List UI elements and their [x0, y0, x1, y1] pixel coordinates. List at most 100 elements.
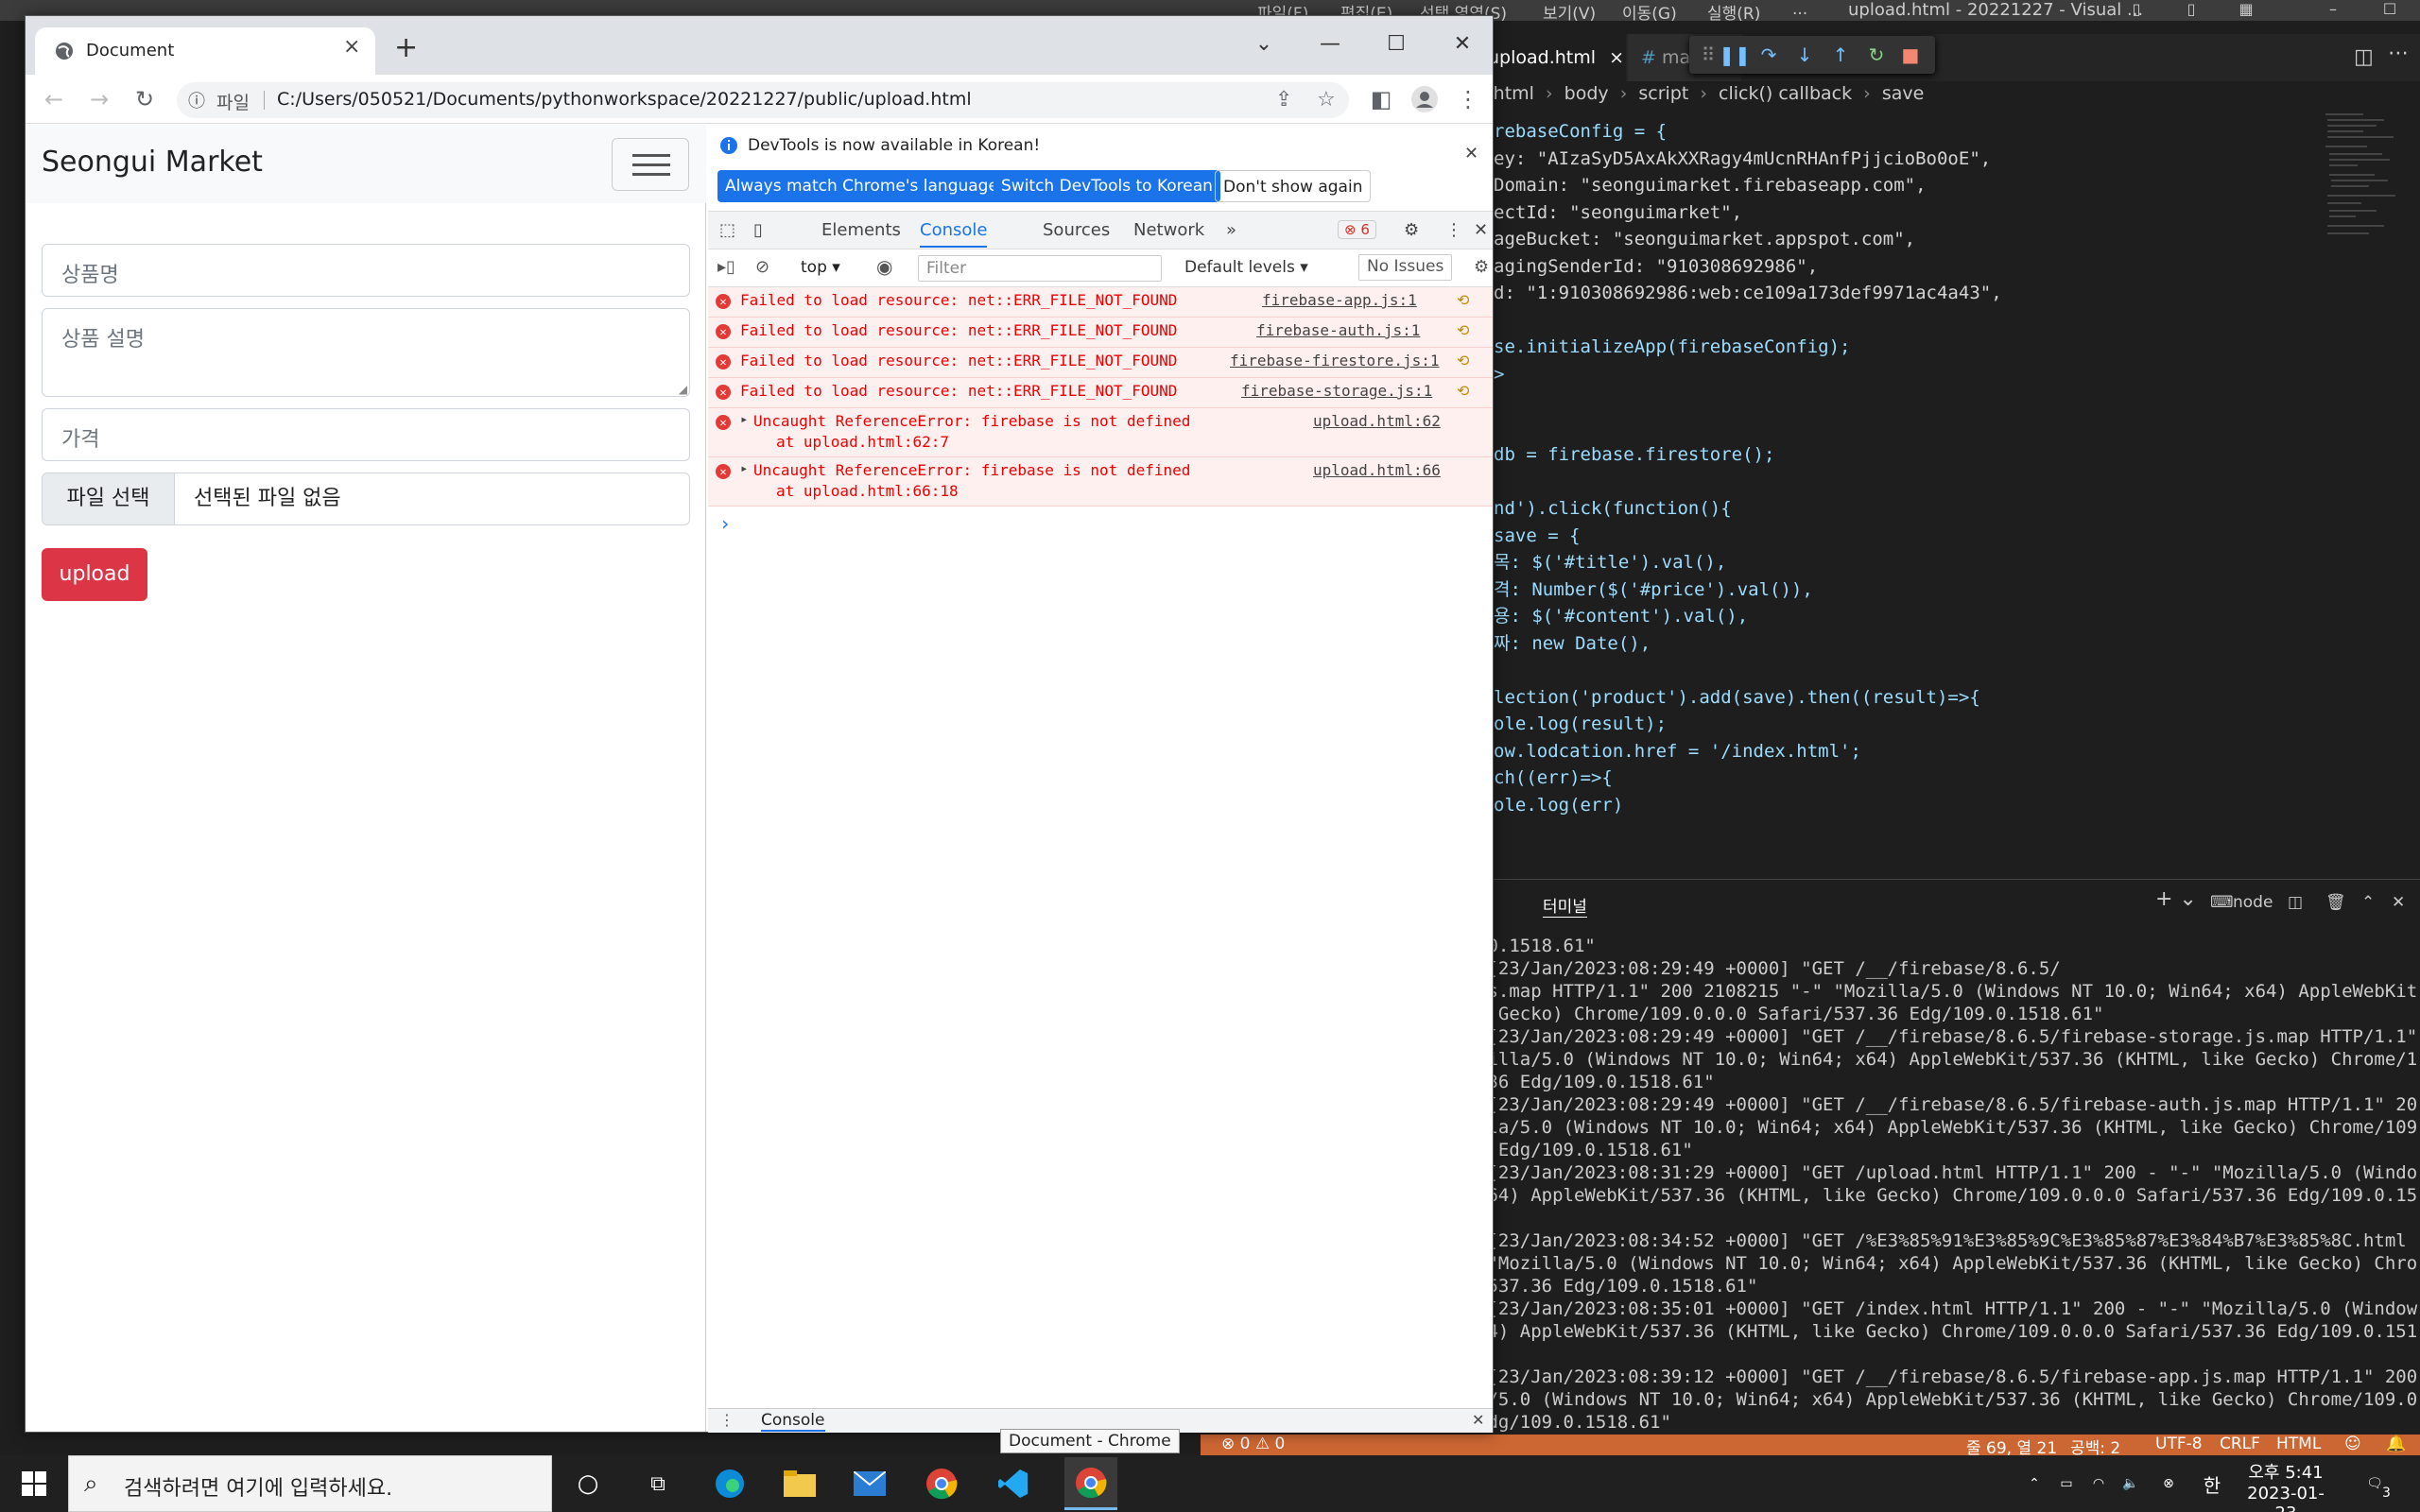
chrome-menu-icon[interactable]: ⋮ — [1453, 84, 1483, 114]
drawer-close-icon[interactable]: ✕ — [1472, 1411, 1484, 1429]
step-over-icon[interactable]: ↷ — [1757, 43, 1780, 66]
address-bar[interactable]: ⓘ 파일 C:/Users/050521/Documents/pythonwor… — [177, 82, 1349, 118]
url-text[interactable]: C:/Users/050521/Documents/pythonworkspac… — [277, 89, 972, 110]
file-choose-button[interactable]: 파일 선택 — [43, 473, 175, 524]
clear-console-icon[interactable]: ⊘ — [755, 257, 769, 277]
console-prompt[interactable]: › — [719, 512, 731, 535]
volume-icon[interactable]: 🔈 — [2112, 1467, 2150, 1501]
layout-customize-icon[interactable]: ▦ — [2220, 0, 2273, 21]
stack-frame[interactable]: at upload.html:66:18 — [776, 482, 959, 500]
new-terminal-icon[interactable]: + ⌄ — [2155, 887, 2197, 911]
status-language[interactable]: HTML — [2276, 1435, 2321, 1453]
navbar-toggler-button[interactable] — [612, 138, 689, 191]
tab-close-icon[interactable]: × — [343, 35, 360, 59]
cortana-icon[interactable]: ○ — [569, 1467, 607, 1501]
settings-gear-icon[interactable]: ⚙ — [1404, 220, 1419, 240]
breadcrumb-save[interactable]: save — [1882, 83, 1924, 104]
taskbar-search-box[interactable]: ⌕ 검색하려면 여기에 입력하세요. — [68, 1455, 552, 1512]
console-error-row[interactable]: ✕ Uncaught ReferenceError: firebase is no… — [708, 457, 1493, 507]
edge-icon[interactable] — [711, 1467, 749, 1501]
issues-button[interactable]: No Issues — [1358, 254, 1453, 281]
minimap[interactable] — [2324, 112, 2416, 301]
network-retry-icon[interactable]: ⟲ — [1457, 382, 1469, 400]
device-toolbar-icon[interactable]: ▯ — [753, 220, 763, 240]
close-panel-icon[interactable]: ✕ — [2392, 893, 2405, 912]
infobar-close-icon[interactable]: ✕ — [1464, 144, 1478, 163]
pause-icon[interactable]: ❚❚ — [1719, 43, 1751, 66]
status-problems[interactable]: ⊗ 0 ⚠ 0 — [1221, 1435, 1285, 1453]
back-icon[interactable]: ← — [39, 84, 69, 114]
maximize-icon[interactable]: ☐ — [1368, 26, 1425, 63]
breadcrumb-html[interactable]: html — [1494, 83, 1534, 104]
taskbar-clock[interactable]: 오후 5:41 2023-01-23 — [2240, 1459, 2331, 1512]
vscode-icon[interactable] — [994, 1467, 1032, 1501]
split-editor-icon[interactable]: ◫ — [2354, 45, 2374, 69]
breadcrumb-callback[interactable]: click() callback — [1719, 83, 1852, 104]
devtools-close-icon[interactable]: ✕ — [1474, 220, 1488, 240]
file-explorer-icon[interactable] — [781, 1467, 819, 1501]
console-settings-icon[interactable]: ⚙ — [1474, 257, 1489, 277]
vscode-maximize-icon[interactable]: ☐ — [2363, 0, 2416, 21]
brand-title[interactable]: Seongui Market — [42, 146, 263, 179]
stop-icon[interactable]: ■ — [1899, 43, 1922, 66]
feedback-icon[interactable]: ☺ — [2344, 1435, 2361, 1453]
breadcrumb-script[interactable]: script — [1638, 83, 1688, 104]
network-retry-icon[interactable]: ⟲ — [1457, 321, 1469, 339]
step-into-icon[interactable]: ↓ — [1793, 43, 1816, 66]
close-window-icon[interactable]: ✕ — [1434, 26, 1491, 63]
status-eol[interactable]: CRLF — [2220, 1435, 2260, 1453]
menu-more[interactable]: ... — [1792, 0, 1807, 19]
console-error-row[interactable]: ✕ Failed to load resource: net::ERR_FILE_… — [708, 318, 1493, 348]
always-match-language-button[interactable]: Always match Chrome's language — [717, 170, 1006, 202]
console-source-link[interactable]: upload.html:66 — [1313, 461, 1441, 479]
tab-elements[interactable]: Elements — [821, 220, 901, 240]
step-out-icon[interactable]: ↑ — [1829, 43, 1852, 66]
price-input[interactable]: 가격 — [42, 408, 690, 461]
drawer-tab-console[interactable]: Console — [761, 1411, 825, 1432]
vpn-off-icon[interactable]: ⊗ — [2150, 1467, 2187, 1501]
menu-run[interactable]: 실행(R) — [1707, 0, 1760, 24]
chrome-tab-document[interactable]: Document × — [35, 27, 375, 75]
network-retry-icon[interactable]: ⟲ — [1457, 352, 1469, 369]
console-source-link[interactable]: upload.html:62 — [1313, 412, 1441, 430]
drawer-menu-icon[interactable]: ⋮ — [719, 1411, 735, 1429]
more-tabs-icon[interactable]: » — [1226, 220, 1236, 240]
expand-triangle-icon[interactable]: ▸ — [740, 461, 748, 476]
stack-frame[interactable]: at upload.html:62:7 — [776, 433, 949, 451]
maximize-panel-icon[interactable]: ⌃ — [2361, 893, 2375, 912]
new-tab-icon[interactable]: + — [394, 31, 418, 64]
layout-toggle-icon[interactable]: ▯ — [2165, 0, 2218, 21]
drag-handle-icon[interactable]: ⠿ — [1697, 43, 1720, 66]
layout-toggle-icon[interactable]: ▯ — [2110, 0, 2163, 21]
devtools-menu-icon[interactable]: ⋮ — [1445, 220, 1462, 240]
inspect-element-icon[interactable]: ⬚ — [719, 220, 735, 240]
kill-terminal-icon[interactable]: 🗑 — [2325, 893, 2346, 912]
console-filter-input[interactable]: Filter — [918, 255, 1162, 282]
menu-go[interactable]: 이동(G) — [1622, 0, 1677, 24]
vscode-minimize-icon[interactable]: – — [2307, 0, 2360, 21]
context-select[interactable]: top ▾ — [801, 258, 840, 277]
profile-avatar-icon[interactable] — [1409, 84, 1440, 114]
tab-network[interactable]: Network — [1133, 220, 1204, 240]
console-source-link[interactable]: firebase-auth.js:1 — [1256, 321, 1420, 339]
forward-icon[interactable]: → — [84, 84, 114, 114]
breadcrumb-body[interactable]: body — [1564, 83, 1609, 104]
tab-close-icon[interactable]: × — [1609, 47, 1624, 68]
side-panel-icon[interactable]: ◧ — [1366, 84, 1396, 114]
windows-start-icon[interactable] — [15, 1467, 53, 1501]
description-textarea[interactable]: 상품 설명 ◢ — [42, 308, 690, 397]
live-expression-eye-icon[interactable]: ◉ — [876, 255, 892, 278]
console-source-link[interactable]: firebase-storage.js:1 — [1241, 382, 1432, 400]
chrome-active-icon[interactable] — [1064, 1457, 1117, 1510]
console-error-row[interactable]: ✕ Failed to load resource: net::ERR_FILE_… — [708, 378, 1493, 408]
tab-console[interactable]: Console — [920, 220, 988, 248]
minimize-icon[interactable]: — — [1302, 26, 1358, 63]
chrome-icon[interactable] — [923, 1467, 960, 1501]
log-levels-select[interactable]: Default levels ▾ — [1184, 258, 1308, 277]
console-source-link[interactable]: firebase-app.js:1 — [1262, 291, 1417, 309]
tab-sources[interactable]: Sources — [1043, 220, 1110, 240]
split-terminal-icon[interactable]: ◫ — [2288, 893, 2303, 912]
dont-show-again-button[interactable]: Don't show again — [1215, 170, 1372, 202]
file-input[interactable]: 파일 선택 선택된 파일 없음 — [42, 472, 690, 525]
status-encoding[interactable]: UTF-8 — [2155, 1435, 2203, 1453]
